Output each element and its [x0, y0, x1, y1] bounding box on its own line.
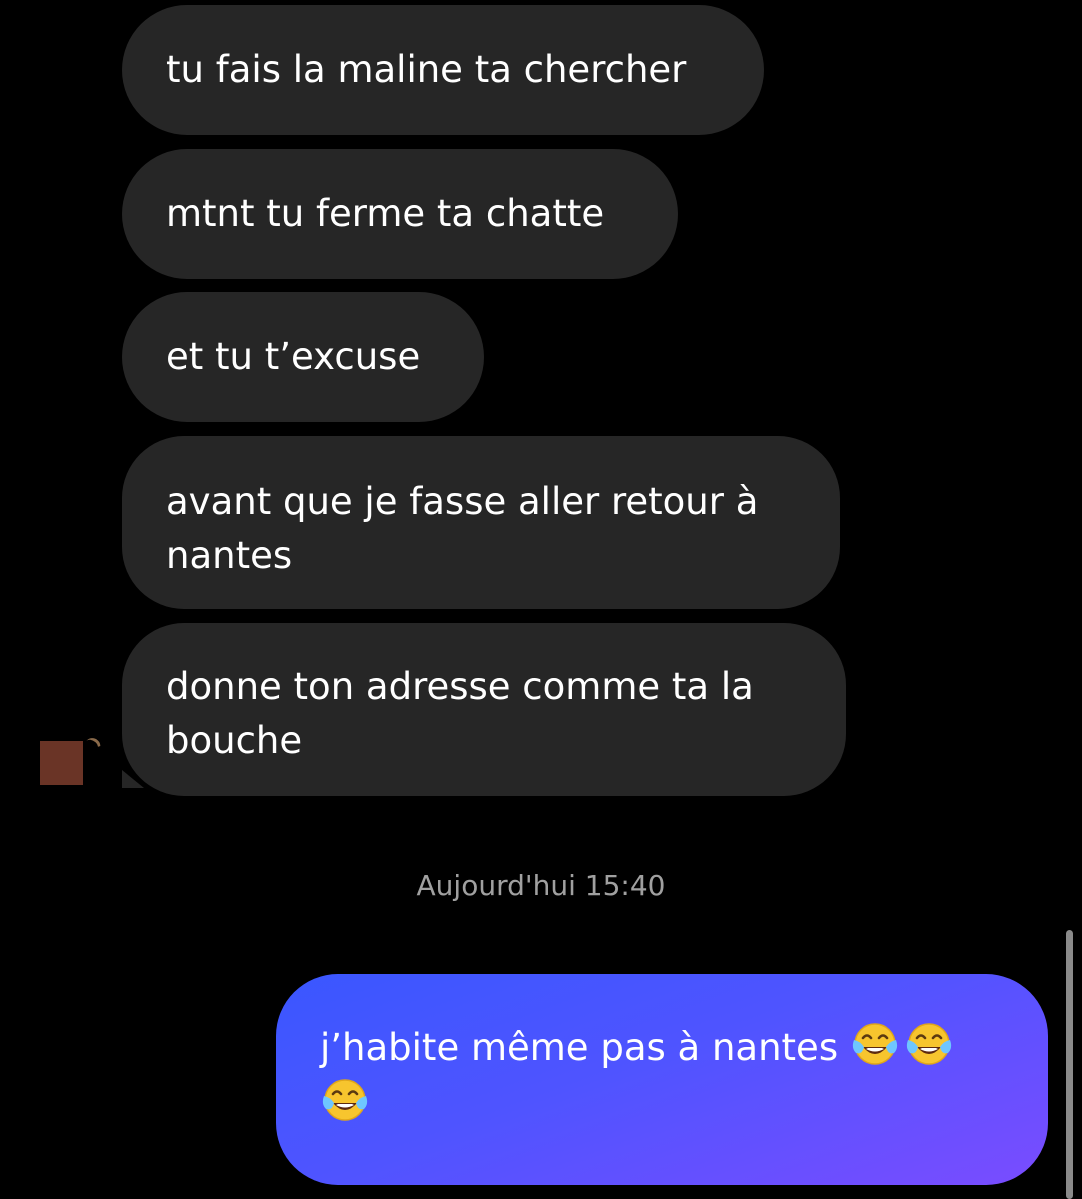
face-with-tears-of-joy-icon	[852, 1023, 897, 1065]
message-timestamp: Aujourd'hui 15:40	[416, 869, 666, 902]
message-text-line: donne ton adresse comme ta la	[166, 665, 754, 708]
scrollbar[interactable]	[1066, 930, 1073, 1199]
sent-message-line: j’habite même pas à nantes	[320, 1020, 1004, 1076]
avatar-decoration	[80, 734, 104, 759]
message-text-line: bouche	[166, 719, 303, 762]
message-text: et tu t’excuse	[166, 335, 421, 378]
sent-message-bubble[interactable]: j’habite même pas à nantes	[276, 974, 1048, 1185]
emoji-group	[850, 1023, 954, 1069]
message-text: mtnt tu ferme ta chatte	[166, 192, 605, 235]
message-text-line: avant que je fasse aller retour à	[166, 480, 759, 523]
received-message-bubble[interactable]: et tu t’excuse	[122, 292, 484, 422]
face-with-tears-of-joy-icon	[906, 1023, 951, 1065]
sent-message-line	[320, 1076, 1004, 1132]
received-message-bubble[interactable]: avant que je fasse aller retour à nantes	[122, 436, 840, 609]
emoji-group	[320, 1079, 370, 1125]
face-with-tears-of-joy-icon	[322, 1079, 368, 1121]
received-message-bubble[interactable]: donne ton adresse comme ta la bouche	[122, 623, 846, 796]
message-text-line: nantes	[166, 534, 293, 577]
message-text: tu fais la maline ta chercher	[166, 48, 687, 91]
received-message-bubble[interactable]: mtnt tu ferme ta chatte	[122, 149, 678, 279]
message-text: j’habite même pas à nantes	[320, 1026, 850, 1069]
sender-avatar[interactable]	[40, 741, 83, 785]
received-message-bubble[interactable]: tu fais la maline ta chercher	[122, 5, 764, 135]
